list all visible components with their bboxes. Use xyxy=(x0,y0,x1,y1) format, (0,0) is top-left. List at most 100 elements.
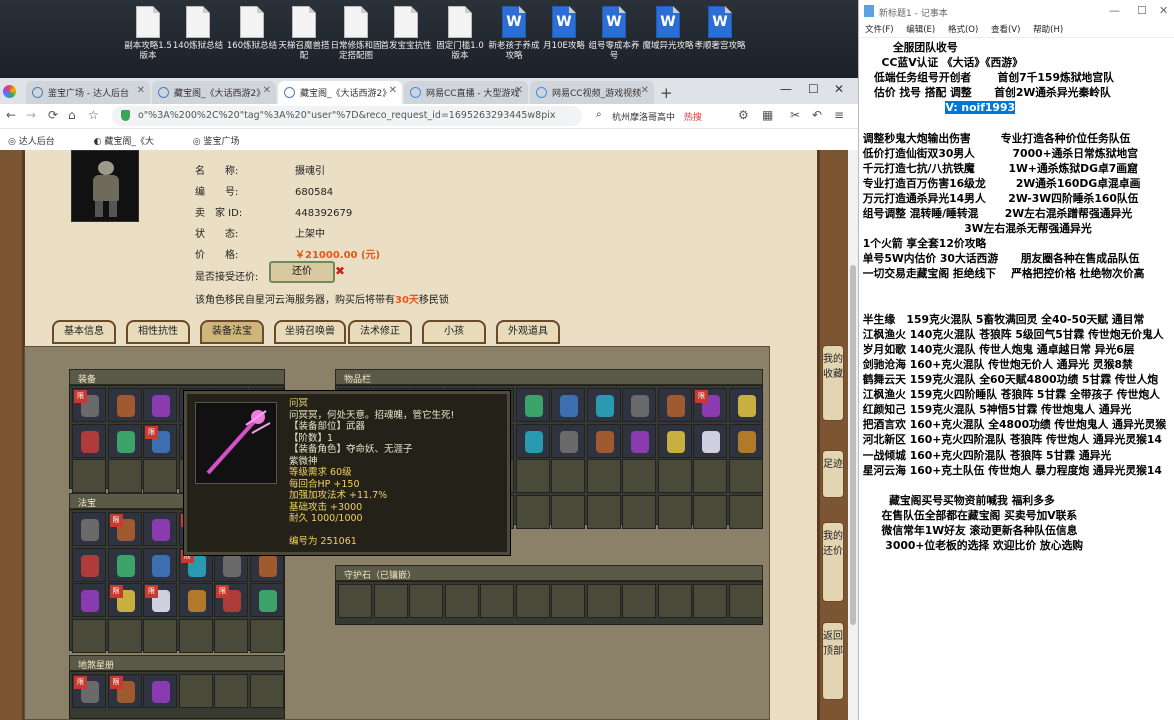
item-slot[interactable] xyxy=(143,547,177,582)
item-slot[interactable]: 限 xyxy=(214,583,248,617)
maximize-button[interactable]: ☐ xyxy=(1137,4,1147,17)
item-slot[interactable]: 限 xyxy=(143,423,177,458)
item-slot[interactable] xyxy=(143,674,177,708)
item-slot[interactable]: 限 xyxy=(72,674,106,708)
item-slot[interactable] xyxy=(249,583,284,617)
empty-slot[interactable] xyxy=(657,584,692,618)
reload-icon[interactable]: ⟳ xyxy=(48,108,58,122)
empty-slot[interactable] xyxy=(409,584,443,618)
empty-slot[interactable] xyxy=(693,459,727,493)
empty-slot[interactable] xyxy=(586,459,621,493)
url-field[interactable]: o"%3A%200%2C%20"tag"%3A%20"user"%7D&reco… xyxy=(112,106,582,126)
undo-icon[interactable]: ↶ xyxy=(812,108,822,122)
item-slot[interactable] xyxy=(622,388,656,422)
item-slot[interactable]: 限 xyxy=(72,388,106,422)
tab-jianbao[interactable]: 鉴宝广场 - 达人后台 ✕ xyxy=(26,81,150,104)
scroll-thumb[interactable] xyxy=(850,265,856,625)
minimize-button[interactable]: — xyxy=(1109,4,1120,17)
empty-slot[interactable] xyxy=(515,584,550,618)
empty-slot[interactable] xyxy=(143,459,177,493)
my-favorites-button[interactable]: 我的收藏 xyxy=(822,345,844,421)
desktop-file-icon[interactable]: W 月10E攻略 xyxy=(536,6,592,51)
desktop-file-icon[interactable]: 固定门槛1.0版本 xyxy=(432,6,488,61)
bookmark-cangbaoge[interactable]: ◐ 藏宝阁_《大 xyxy=(94,137,172,147)
empty-slot[interactable] xyxy=(515,459,550,493)
page-scrollbar[interactable] xyxy=(848,150,858,720)
empty-slot[interactable] xyxy=(249,674,284,708)
apps-icon[interactable]: ▦ xyxy=(762,108,773,122)
empty-slot[interactable] xyxy=(480,584,514,618)
haggle-close-icon[interactable]: ✖ xyxy=(335,264,345,278)
desktop-file-icon[interactable]: 副本攻略1.5版本 xyxy=(120,6,176,61)
close-icon[interactable]: ✕ xyxy=(389,85,397,96)
menu-help[interactable]: 帮助(H) xyxy=(1033,25,1063,35)
empty-slot[interactable] xyxy=(178,618,213,653)
maximize-button[interactable]: ☐ xyxy=(808,82,819,96)
item-slot[interactable]: 限 xyxy=(143,583,177,617)
item-slot[interactable] xyxy=(143,388,177,422)
empty-slot[interactable] xyxy=(373,584,408,618)
item-slot[interactable] xyxy=(586,423,621,458)
empty-slot[interactable] xyxy=(107,459,142,493)
item-slot[interactable] xyxy=(551,423,585,458)
empty-slot[interactable] xyxy=(338,584,372,618)
tab-spell[interactable]: 法术修正 xyxy=(348,320,412,344)
desktop-file-icon[interactable]: 天梯召魔兽搭配 xyxy=(276,6,332,61)
scissors-icon[interactable]: ✂ xyxy=(790,108,800,122)
empty-slot[interactable] xyxy=(214,674,248,708)
item-slot[interactable] xyxy=(693,423,727,458)
empty-slot[interactable] xyxy=(728,584,763,618)
search-box[interactable]: ⌕ 杭州摩洛哥高中 热搜 xyxy=(592,107,728,125)
tab-cangbaoge-1[interactable]: 藏宝阁_《大话西游2》 ✕ xyxy=(152,81,276,104)
item-slot[interactable] xyxy=(72,583,106,617)
empty-slot[interactable] xyxy=(657,459,692,493)
item-slot[interactable]: 限 xyxy=(107,674,142,708)
forward-icon[interactable]: → xyxy=(26,108,36,122)
tab-cc-video[interactable]: 网易CC视频_游戏视频 ✕ xyxy=(530,81,654,104)
empty-slot[interactable] xyxy=(693,584,727,618)
back-icon[interactable]: ← xyxy=(6,108,16,122)
desktop-file-icon[interactable]: W 魔域异光攻略 xyxy=(640,6,696,51)
desktop-file-icon[interactable]: 首发宝宝抗性 xyxy=(378,6,434,51)
close-icon[interactable]: ✕ xyxy=(137,85,145,96)
menu-edit[interactable]: 编辑(E) xyxy=(906,25,935,35)
tab-appearance[interactable]: 外观道具 xyxy=(496,320,560,344)
new-tab-button[interactable]: + xyxy=(660,84,673,102)
tab-mount-summon[interactable]: 坐骑召唤兽 xyxy=(274,320,346,344)
empty-slot[interactable] xyxy=(586,584,621,618)
desktop-file-icon[interactable]: W 组号零成本养号 xyxy=(586,6,642,61)
item-slot[interactable] xyxy=(107,423,142,458)
tab-resistance[interactable]: 相性抗性 xyxy=(126,320,190,344)
item-slot[interactable] xyxy=(657,423,692,458)
footprint-button[interactable]: 足迹 xyxy=(822,450,844,498)
close-icon[interactable]: ✕ xyxy=(641,85,649,96)
desktop-file-icon[interactable]: 140炼狱总结 xyxy=(170,6,226,51)
notepad-text-area[interactable]: 全服团队收号 CC蓝V认证 《大话》《西游》 低端任务组号开创者 首创7千159… xyxy=(859,40,1174,553)
item-slot[interactable] xyxy=(728,423,763,458)
tab-child[interactable]: 小孩 xyxy=(422,320,486,344)
desktop-file-icon[interactable]: 160炼狱总结 xyxy=(224,6,280,51)
close-icon[interactable]: ✕ xyxy=(263,85,271,96)
desktop-file-icon[interactable]: 日常修炼和固定搭配图 xyxy=(328,6,384,61)
close-icon[interactable]: ✕ xyxy=(515,85,523,96)
item-slot[interactable] xyxy=(72,423,106,458)
empty-slot[interactable] xyxy=(622,459,656,493)
empty-slot[interactable] xyxy=(657,494,692,529)
haggle-button[interactable]: 还价 xyxy=(269,261,335,283)
item-slot[interactable] xyxy=(107,388,142,422)
minimize-button[interactable]: — xyxy=(780,82,792,96)
tab-cc-live[interactable]: 网易CC直播 - 大型游戏 ✕ xyxy=(404,81,528,104)
extension-icon[interactable]: ⚙ xyxy=(738,108,749,122)
menu-file[interactable]: 文件(F) xyxy=(865,25,894,35)
empty-slot[interactable] xyxy=(551,459,585,493)
bookmark-daren[interactable]: ◎ 达人后台 xyxy=(8,137,73,147)
item-slot[interactable] xyxy=(178,583,213,617)
empty-slot[interactable] xyxy=(107,618,142,653)
empty-slot[interactable] xyxy=(444,584,479,618)
tab-equipment[interactable]: 装备法宝 xyxy=(200,320,264,344)
empty-slot[interactable] xyxy=(214,618,248,653)
item-slot[interactable]: 限 xyxy=(107,512,142,546)
empty-slot[interactable] xyxy=(515,494,550,529)
desktop-file-icon[interactable]: W 新老孩子养成攻略 xyxy=(486,6,542,61)
empty-slot[interactable] xyxy=(551,584,585,618)
